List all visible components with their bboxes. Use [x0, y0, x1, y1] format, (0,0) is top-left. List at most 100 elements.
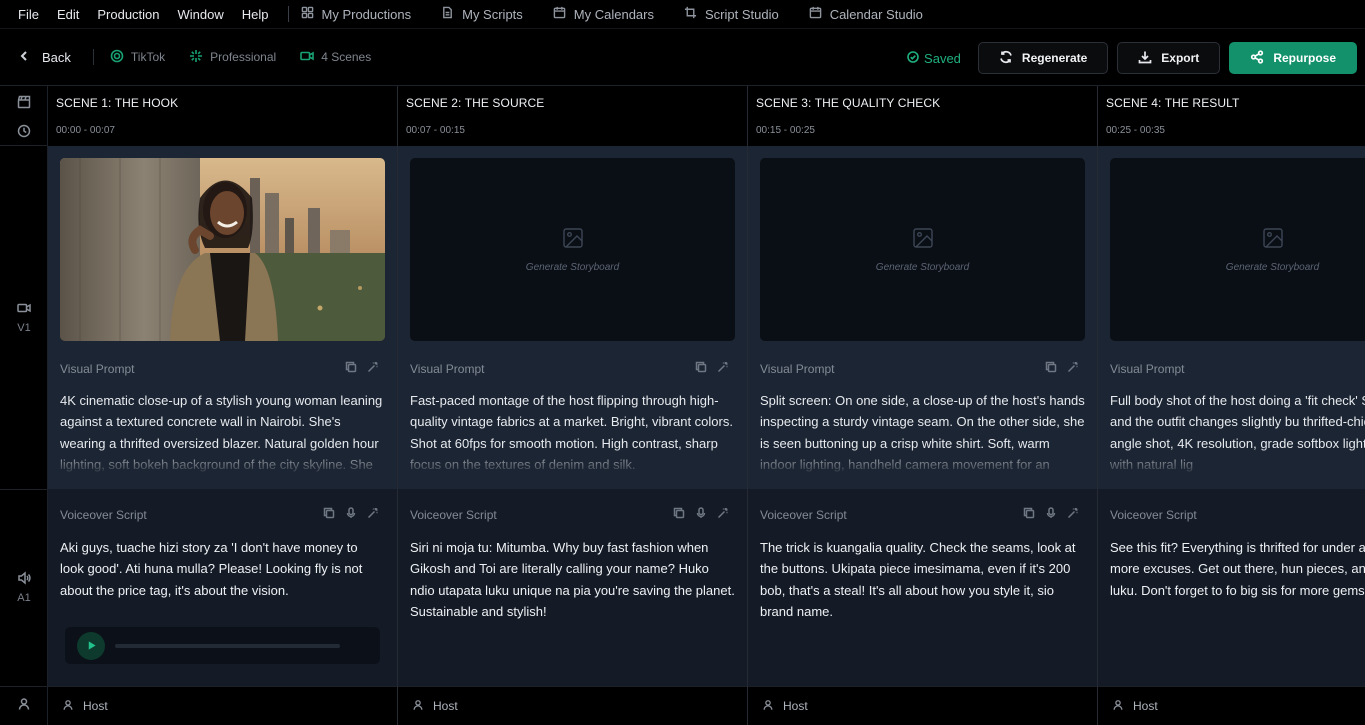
storyboard-frame[interactable]: Generate Storyboard [410, 158, 735, 341]
magic-wand-icon[interactable] [1067, 360, 1079, 378]
copy-icon[interactable] [673, 506, 685, 524]
visual-track-cell: Generate Storyboard Visual Prompt Fast-p… [398, 146, 747, 489]
visual-track-cell: Visual Prompt 4K cinematic close-up of a… [48, 146, 397, 489]
character-row: Host [1098, 686, 1365, 725]
visual-prompt-text[interactable]: Full body shot of the host doing a 'fit … [1110, 390, 1365, 475]
audio-track-name: A1 [17, 592, 31, 604]
scene-title: SCENE 1: THE HOOK [56, 96, 179, 110]
nav-my-calendars[interactable]: My Calendars [553, 6, 654, 22]
video-track-name: V1 [17, 322, 31, 334]
visual-prompt-label: Visual Prompt [410, 362, 485, 376]
voiceover-header: Voiceover Script [410, 502, 735, 528]
copy-icon[interactable] [1023, 506, 1035, 524]
scene-count-label: 4 Scenes [321, 50, 372, 64]
visual-prompt-label: Visual Prompt [760, 362, 835, 376]
nav-my-scripts[interactable]: My Scripts [441, 6, 523, 22]
character-row: Host [48, 686, 397, 725]
menu-production[interactable]: Production [88, 7, 168, 22]
voiceover-label: Voiceover Script [410, 508, 497, 522]
crop-icon [684, 6, 697, 22]
play-button[interactable] [77, 631, 105, 660]
calendar-icon [809, 6, 822, 22]
nav-calendar-studio[interactable]: Calendar Studio [809, 6, 923, 22]
saved-label: Saved [924, 50, 961, 66]
microphone-icon[interactable] [695, 506, 707, 524]
visual-prompt-label: Visual Prompt [60, 362, 135, 376]
character-name: Host [1133, 699, 1158, 713]
scene-header: SCENE 2: THE SOURCE 00:07 - 00:15 [398, 86, 747, 146]
audio-progress-track[interactable] [115, 643, 340, 648]
visual-prompt-header: Visual Prompt [410, 359, 735, 379]
nav-script-studio[interactable]: Script Studio [684, 6, 779, 22]
scene-time-range: 00:15 - 00:25 [756, 125, 815, 136]
visual-prompt-actions [689, 356, 735, 382]
back-button[interactable]: Back [0, 50, 71, 65]
voiceover-script-text[interactable]: The trick is kuangalia quality. Check th… [760, 537, 1085, 622]
magic-wand-icon[interactable] [367, 360, 379, 378]
scene-time-range: 00:25 - 00:35 [1106, 125, 1165, 136]
voiceover-script-text[interactable]: See this fit? Everything is thrifted for… [1110, 537, 1365, 601]
audio-track-cell: Voiceover Script Aki guys, tuache hizi s… [48, 489, 397, 686]
generate-storyboard-label: Generate Storyboard [1225, 262, 1320, 273]
magic-wand-icon[interactable] [367, 506, 379, 524]
audio-track-cell: Voiceover Script See this fit? Everythin… [1098, 489, 1365, 686]
calendar-icon [553, 6, 566, 22]
storyboard-frame[interactable]: Generate Storyboard [1110, 158, 1365, 341]
voiceover-script-text[interactable]: Aki guys, tuache hizi story za 'I don't … [60, 537, 385, 601]
tone-label: Professional [210, 50, 277, 64]
toolbar-divider [92, 49, 94, 65]
storyboard-frame[interactable]: Generate Storyboard [760, 158, 1085, 341]
image-icon [561, 226, 585, 255]
copy-icon[interactable] [1045, 360, 1057, 378]
toolbar-actions: Saved Regenerate Export Repurpose [907, 42, 1357, 74]
visual-prompt-header: Visual Prompt [760, 359, 1085, 379]
copy-icon[interactable] [323, 506, 335, 524]
gutter-divider [0, 686, 48, 687]
visual-prompt-text[interactable]: Fast-paced montage of the host flipping … [410, 390, 735, 475]
regenerate-button[interactable]: Regenerate [977, 42, 1109, 74]
scene-time-range: 00:00 - 00:07 [56, 125, 115, 136]
character-name: Host [83, 699, 108, 713]
visual-prompt-text[interactable]: Split screen: On one side, a close-up of… [760, 390, 1085, 475]
magic-wand-icon[interactable] [717, 360, 729, 378]
platform-label: TikTok [130, 50, 166, 64]
storyboard-frame[interactable] [60, 158, 385, 341]
video-track-label: V1 [0, 301, 48, 334]
clock-icon [0, 124, 48, 138]
voiceover-header: Voiceover Script [760, 502, 1085, 528]
scene-columns: SCENE 1: THE HOOK 00:00 - 00:07 Visual P… [48, 86, 1365, 725]
nav-my-productions[interactable]: My Productions [301, 6, 411, 22]
voiceover-label: Voiceover Script [60, 508, 147, 522]
magic-wand-icon[interactable] [1067, 506, 1079, 524]
menu-file[interactable]: File [0, 7, 48, 22]
speaker-icon [17, 571, 31, 588]
scene-time-range: 00:07 - 00:15 [406, 125, 465, 136]
export-button[interactable]: Export [1117, 42, 1221, 74]
export-label: Export [1161, 51, 1200, 65]
audio-track-cell: Voiceover Script Siri ni moja tu: Mitumb… [398, 489, 747, 686]
visual-track-cell: Generate Storyboard Visual Prompt Split … [748, 146, 1097, 489]
audio-track-label: A1 [0, 571, 48, 604]
copy-icon[interactable] [695, 360, 707, 378]
menu-help[interactable]: Help [233, 7, 278, 22]
document-icon [441, 6, 454, 22]
refresh-icon [999, 50, 1013, 67]
microphone-icon[interactable] [345, 506, 357, 524]
character-name: Host [433, 699, 458, 713]
regenerate-label: Regenerate [1021, 51, 1088, 65]
scene-title: SCENE 2: THE SOURCE [406, 96, 545, 110]
repurpose-button[interactable]: Repurpose [1229, 42, 1357, 74]
visual-prompt-text[interactable]: 4K cinematic close-up of a stylish young… [60, 390, 385, 475]
grid-icon [301, 6, 314, 22]
menu-window[interactable]: Window [169, 7, 233, 22]
copy-icon[interactable] [345, 360, 357, 378]
character-row: Host [398, 686, 747, 725]
menu-divider [287, 6, 289, 22]
voiceover-actions [317, 502, 385, 528]
magic-wand-icon[interactable] [717, 506, 729, 524]
nav-label: My Calendars [573, 6, 654, 22]
voiceover-header: Voiceover Script [60, 502, 385, 528]
voiceover-script-text[interactable]: Siri ni moja tu: Mitumba. Why buy fast f… [410, 537, 735, 622]
menu-edit[interactable]: Edit [48, 7, 88, 22]
microphone-icon[interactable] [1045, 506, 1057, 524]
